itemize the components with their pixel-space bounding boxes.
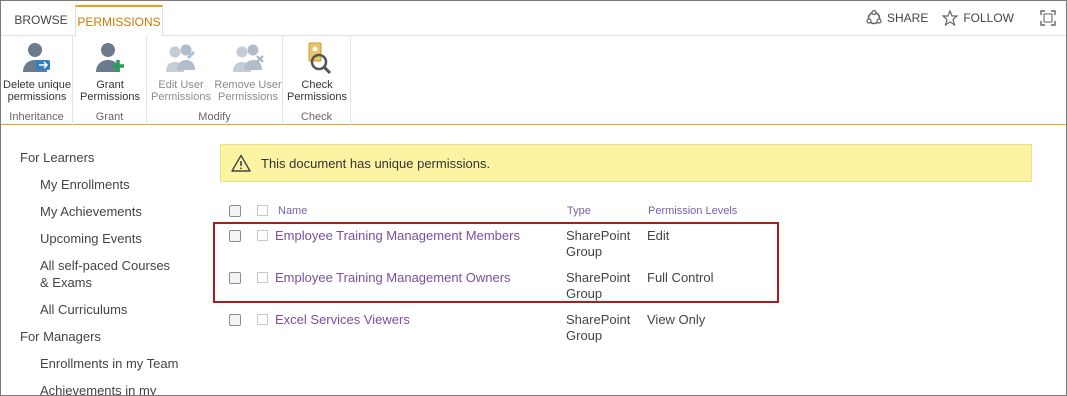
table-header: Name Type Permission Levels bbox=[226, 199, 786, 221]
delete-unique-permissions-label: Delete unique permissions bbox=[3, 79, 71, 103]
edit-user-permissions-button[interactable]: Edit User Permissions bbox=[147, 40, 215, 103]
users-edit-icon bbox=[166, 44, 196, 72]
nav-all-self-paced-courses[interactable]: All self-paced Courses & Exams bbox=[20, 257, 180, 291]
share-icon bbox=[866, 10, 882, 25]
delete-unique-permissions-button[interactable]: Delete unique permissions bbox=[3, 40, 71, 103]
share-label: SHARE bbox=[886, 11, 929, 25]
fullscreen-icon bbox=[1040, 10, 1056, 26]
grant-permissions-label: Grant Permissions bbox=[80, 79, 140, 103]
select-all-item-checkbox[interactable] bbox=[257, 205, 268, 216]
check-permissions-label: Check Permissions bbox=[287, 79, 347, 103]
header-type[interactable]: Type bbox=[567, 203, 591, 219]
row-item-checkbox[interactable] bbox=[257, 314, 268, 325]
unique-permissions-alert: This document has unique permissions. bbox=[220, 144, 1032, 182]
users-remove-icon bbox=[233, 44, 264, 72]
row-checkbox[interactable] bbox=[229, 230, 241, 242]
row-type-line2: Group bbox=[566, 286, 603, 301]
row-name-link[interactable]: Employee Training Management Owners bbox=[275, 270, 511, 286]
group-label-grant: Grant bbox=[95, 111, 124, 123]
nav-my-achievements[interactable]: My Achievements bbox=[20, 203, 200, 220]
star-icon bbox=[942, 10, 959, 26]
remove-user-permissions-button[interactable]: Remove User Permissions bbox=[213, 40, 283, 103]
row-checkbox[interactable] bbox=[229, 272, 241, 284]
row-type-line2: Group bbox=[566, 244, 603, 259]
group-label-inheritance: Inheritance bbox=[9, 111, 64, 123]
select-all-checkbox[interactable] bbox=[229, 205, 241, 217]
row-type-line1: SharePoint bbox=[566, 312, 631, 327]
tab-browse[interactable]: BROWSE bbox=[9, 5, 73, 35]
row-type-line2: Group bbox=[566, 328, 603, 343]
top-bar: BROWSE PERMISSIONS SHARE FOLLOW bbox=[1, 1, 1066, 36]
row-permission-level: View Only bbox=[647, 312, 706, 327]
edit-user-permissions-label: Edit User Permissions bbox=[151, 79, 211, 103]
row-type: SharePoint Group bbox=[566, 312, 630, 344]
row-type-line1: SharePoint bbox=[566, 270, 631, 285]
row-name-link[interactable]: Employee Training Management Members bbox=[275, 228, 520, 244]
header-name[interactable]: Name bbox=[278, 203, 307, 219]
user-add-icon bbox=[96, 43, 124, 72]
tab-permissions[interactable]: PERMISSIONS bbox=[75, 5, 163, 36]
nav-for-managers[interactable]: For Managers bbox=[20, 328, 200, 345]
nav-for-learners[interactable]: For Learners bbox=[20, 149, 200, 166]
group-label-modify: Modify bbox=[198, 111, 231, 123]
nav-upcoming-events[interactable]: Upcoming Events bbox=[20, 230, 200, 247]
header-permission-levels[interactable]: Permission Levels bbox=[648, 203, 737, 219]
ribbon-group-inheritance: Delete unique permissions Inheritance bbox=[1, 36, 73, 125]
ribbon: Delete unique permissions Inheritance Gr… bbox=[1, 35, 1066, 125]
nav-all-curriculums[interactable]: All Curriculums bbox=[20, 301, 200, 318]
ribbon-group-check: Check Permissions Check bbox=[283, 36, 351, 125]
alert-text: This document has unique permissions. bbox=[261, 155, 491, 171]
user-delete-icon bbox=[23, 43, 50, 72]
nav-achievements-in-my[interactable]: Achievements in my bbox=[20, 382, 200, 395]
app-window: BROWSE PERMISSIONS SHARE FOLLOW Delete u… bbox=[0, 0, 1067, 396]
nav-enrollments-in-my-team[interactable]: Enrollments in my Team bbox=[20, 355, 200, 372]
warning-icon bbox=[231, 154, 251, 172]
table-row: Excel Services Viewers SharePoint Group V… bbox=[226, 310, 786, 352]
ribbon-group-modify: Edit User Permissions Remove User Permis… bbox=[147, 36, 283, 125]
follow-button[interactable]: FOLLOW bbox=[942, 10, 1014, 26]
row-item-checkbox[interactable] bbox=[257, 230, 268, 241]
group-label-check: Check bbox=[300, 111, 333, 123]
row-name-link[interactable]: Excel Services Viewers bbox=[275, 312, 410, 328]
row-permission-level: Full Control bbox=[647, 270, 714, 285]
check-permissions-button[interactable]: Check Permissions bbox=[283, 40, 351, 103]
nav-my-enrollments[interactable]: My Enrollments bbox=[20, 176, 200, 193]
share-button[interactable]: SHARE bbox=[866, 10, 928, 26]
row-type: SharePoint Group bbox=[566, 270, 630, 302]
table-row: Employee Training Management Members Sha… bbox=[226, 226, 786, 268]
ribbon-group-grant: Grant Permissions Grant bbox=[73, 36, 147, 125]
top-actions: SHARE FOLLOW bbox=[866, 10, 1056, 26]
row-permission-level: Edit bbox=[647, 228, 670, 243]
row-item-checkbox[interactable] bbox=[257, 272, 268, 283]
check-permissions-icon bbox=[308, 42, 332, 75]
remove-user-permissions-label: Remove User Permissions bbox=[214, 79, 282, 103]
follow-label: FOLLOW bbox=[963, 11, 1014, 25]
left-navigation: For Learners My Enrollments My Achieveme… bbox=[20, 149, 200, 395]
row-type: SharePoint Group bbox=[566, 228, 630, 260]
focus-button[interactable] bbox=[1040, 10, 1056, 26]
row-checkbox[interactable] bbox=[229, 314, 241, 326]
table-row: Employee Training Management Owners Shar… bbox=[226, 268, 786, 310]
row-type-line1: SharePoint bbox=[566, 228, 631, 243]
grant-permissions-button[interactable]: Grant Permissions bbox=[76, 40, 144, 103]
